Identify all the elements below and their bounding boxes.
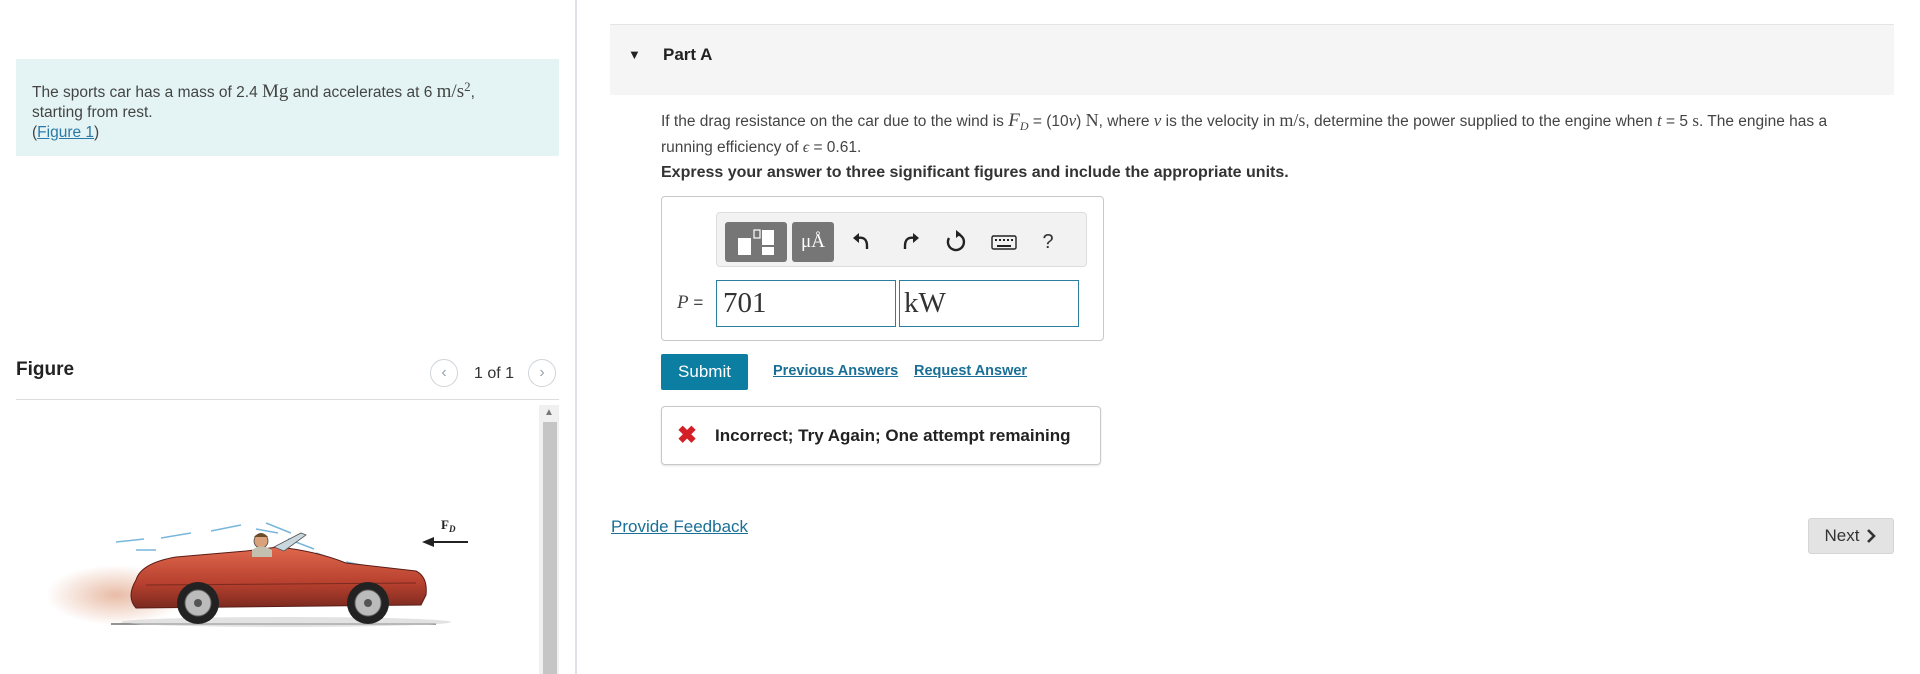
next-button[interactable]: Next (1808, 518, 1894, 554)
answer-unit-input[interactable] (899, 280, 1079, 327)
paren-close: ) (94, 124, 100, 142)
math-toolbar: μÅ ? (716, 212, 1087, 267)
part-title: Part A (663, 45, 713, 64)
templates-icon (738, 229, 774, 255)
templates-button[interactable] (725, 222, 787, 262)
problem-text-2: and accelerates at 6 (292, 84, 433, 102)
figure-scrollbar[interactable]: ▲ (539, 405, 559, 674)
reset-button[interactable] (941, 222, 971, 262)
panel-divider (575, 0, 577, 674)
front-wheel (347, 582, 389, 624)
answer-variable-label: P = (677, 292, 703, 314)
question-text: If the drag resistance on the car due to… (661, 110, 1828, 157)
previous-answers-link[interactable]: Previous Answers (773, 363, 898, 379)
drag-force-arrow (422, 537, 468, 547)
problem-text-3: , (470, 84, 475, 102)
answer-value-input[interactable] (716, 280, 896, 327)
figure-header: Figure ‹ 1 of 1 › (16, 355, 559, 400)
accel-unit: m/s (436, 81, 465, 103)
keyboard-icon (991, 235, 1017, 250)
caret-down-icon[interactable]: ▼ (628, 47, 641, 62)
equals-sign: = (693, 293, 704, 312)
left-panel: The sports car has a mass of 2.4 Mg and … (0, 0, 575, 674)
part-a-header[interactable]: ▼ Part A (610, 24, 1894, 95)
chevron-left-icon: ‹ (441, 364, 447, 381)
feedback-message-box: ✖ Incorrect; Try Again; One attempt rema… (661, 406, 1101, 465)
problem-text-1: The sports car has a mass of 2.4 (32, 84, 258, 102)
drag-force-label: FD (441, 517, 456, 534)
undo-button[interactable] (847, 222, 877, 262)
sports-car-figure: FD (46, 517, 468, 627)
next-label: Next (1824, 526, 1860, 545)
help-button[interactable]: ? (1033, 222, 1063, 262)
provide-feedback-link[interactable]: Provide Feedback (611, 517, 748, 537)
keyboard-button[interactable] (987, 222, 1021, 262)
chevron-right-icon (1867, 529, 1877, 543)
request-answer-link[interactable]: Request Answer (914, 363, 1027, 379)
problem-text-4: starting from rest. (32, 104, 153, 122)
previous-figure-button[interactable]: ‹ (430, 359, 458, 387)
figure-title: Figure (16, 359, 75, 380)
scroll-up-arrow-icon[interactable]: ▲ (539, 405, 559, 421)
reset-icon (946, 230, 966, 252)
incorrect-x-icon: ✖ (677, 422, 698, 449)
answer-box: μÅ ? P = 701 kW (661, 196, 1104, 341)
answer-variable: P (677, 292, 689, 313)
symbols-button[interactable]: μÅ (792, 222, 834, 262)
undo-icon (853, 233, 869, 249)
figure-area: FD ▲ (16, 405, 559, 674)
figure-link[interactable]: Figure 1 (37, 124, 94, 141)
submit-button[interactable]: Submit (661, 354, 748, 390)
scrollbar-thumb[interactable] (543, 422, 557, 674)
answer-instructions: Express your answer to three significant… (661, 164, 1289, 181)
chevron-right-icon: › (539, 364, 545, 381)
problem-statement: The sports car has a mass of 2.4 Mg and … (16, 59, 559, 156)
feedback-message: Incorrect; Try Again; One attempt remain… (715, 426, 1071, 445)
mass-unit: Mg (262, 81, 289, 103)
redo-icon (903, 233, 919, 249)
rear-wheel (177, 582, 219, 624)
next-figure-button[interactable]: › (528, 359, 556, 387)
figure-counter: 1 of 1 (474, 365, 515, 382)
redo-button[interactable] (895, 222, 925, 262)
